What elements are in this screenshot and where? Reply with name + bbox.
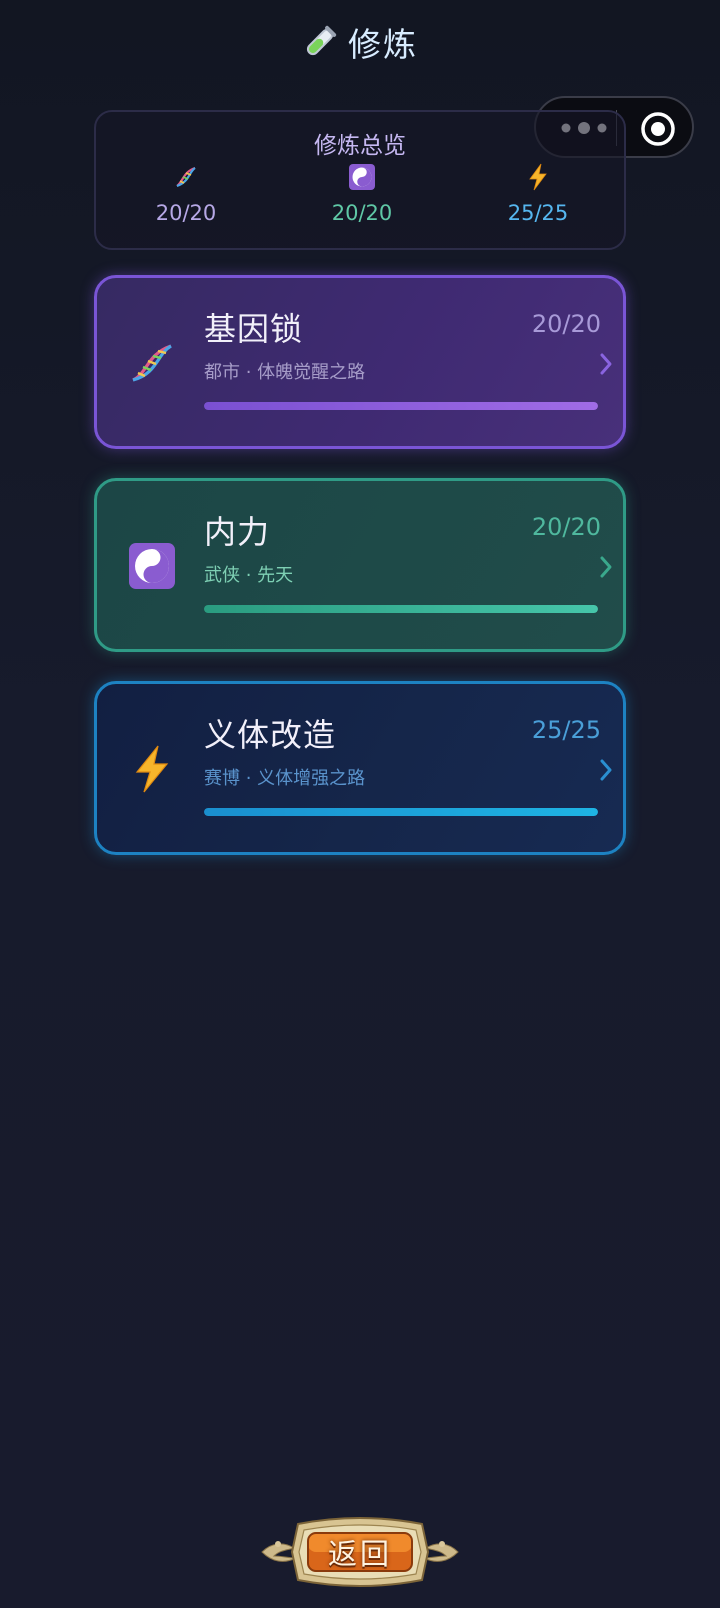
- overview-stat-value: 20/20: [331, 201, 393, 225]
- back-button[interactable]: 返回: [258, 1512, 462, 1592]
- chevron-right-icon: [600, 556, 612, 578]
- progress-fill: [204, 402, 598, 410]
- yin-yang-icon: [349, 164, 375, 190]
- card-gene-lock[interactable]: 基因锁 20/20 都市 · 体魄觉醒之路: [94, 275, 626, 449]
- progress-track: [204, 605, 598, 613]
- card-subtitle: 武侠 · 先天: [204, 565, 294, 586]
- page-title-text: 修炼: [348, 25, 418, 64]
- yin-yang-icon: [129, 543, 175, 589]
- chevron-right-icon: [600, 759, 612, 781]
- page-title: 修炼: [0, 18, 720, 66]
- lightning-icon: [529, 163, 547, 191]
- card-count: 20/20: [531, 513, 601, 541]
- card-cyber-augment[interactable]: 义体改造 25/25 赛博 · 义体增强之路: [94, 681, 626, 855]
- overview-stat-value: 25/25: [507, 201, 569, 225]
- overview-stat-inner: 20/20: [302, 162, 422, 225]
- overview-stat-value: 20/20: [155, 201, 217, 225]
- card-count: 25/25: [531, 716, 601, 744]
- progress-track: [204, 402, 598, 410]
- card-subtitle: 赛博 · 义体增强之路: [204, 768, 366, 789]
- chevron-right-icon: [600, 353, 612, 375]
- card-title: 义体改造: [204, 716, 337, 754]
- progress-fill: [204, 605, 598, 613]
- test-tube-icon: [306, 25, 337, 56]
- card-subtitle: 都市 · 体魄觉醒之路: [204, 362, 366, 383]
- card-title: 内力: [204, 513, 271, 551]
- progress-fill: [204, 808, 598, 816]
- overview-stat-gene: 20/20: [126, 162, 246, 225]
- overview-title: 修炼总览: [314, 133, 406, 159]
- lightning-icon: [135, 745, 169, 793]
- target-circle-icon[interactable]: [640, 111, 676, 147]
- card-title: 基因锁: [204, 310, 304, 348]
- card-inner-force[interactable]: 内力 20/20 武侠 · 先天: [94, 478, 626, 652]
- overview-stat-cyber: 25/25: [478, 162, 598, 225]
- card-count: 20/20: [531, 310, 601, 338]
- dna-icon: [132, 344, 172, 382]
- progress-track: [204, 808, 598, 816]
- back-button-label: 返回: [327, 1537, 392, 1571]
- overview-panel: 修炼总览 20/20 20/20 25/25: [94, 110, 626, 250]
- dna-icon: [176, 166, 196, 188]
